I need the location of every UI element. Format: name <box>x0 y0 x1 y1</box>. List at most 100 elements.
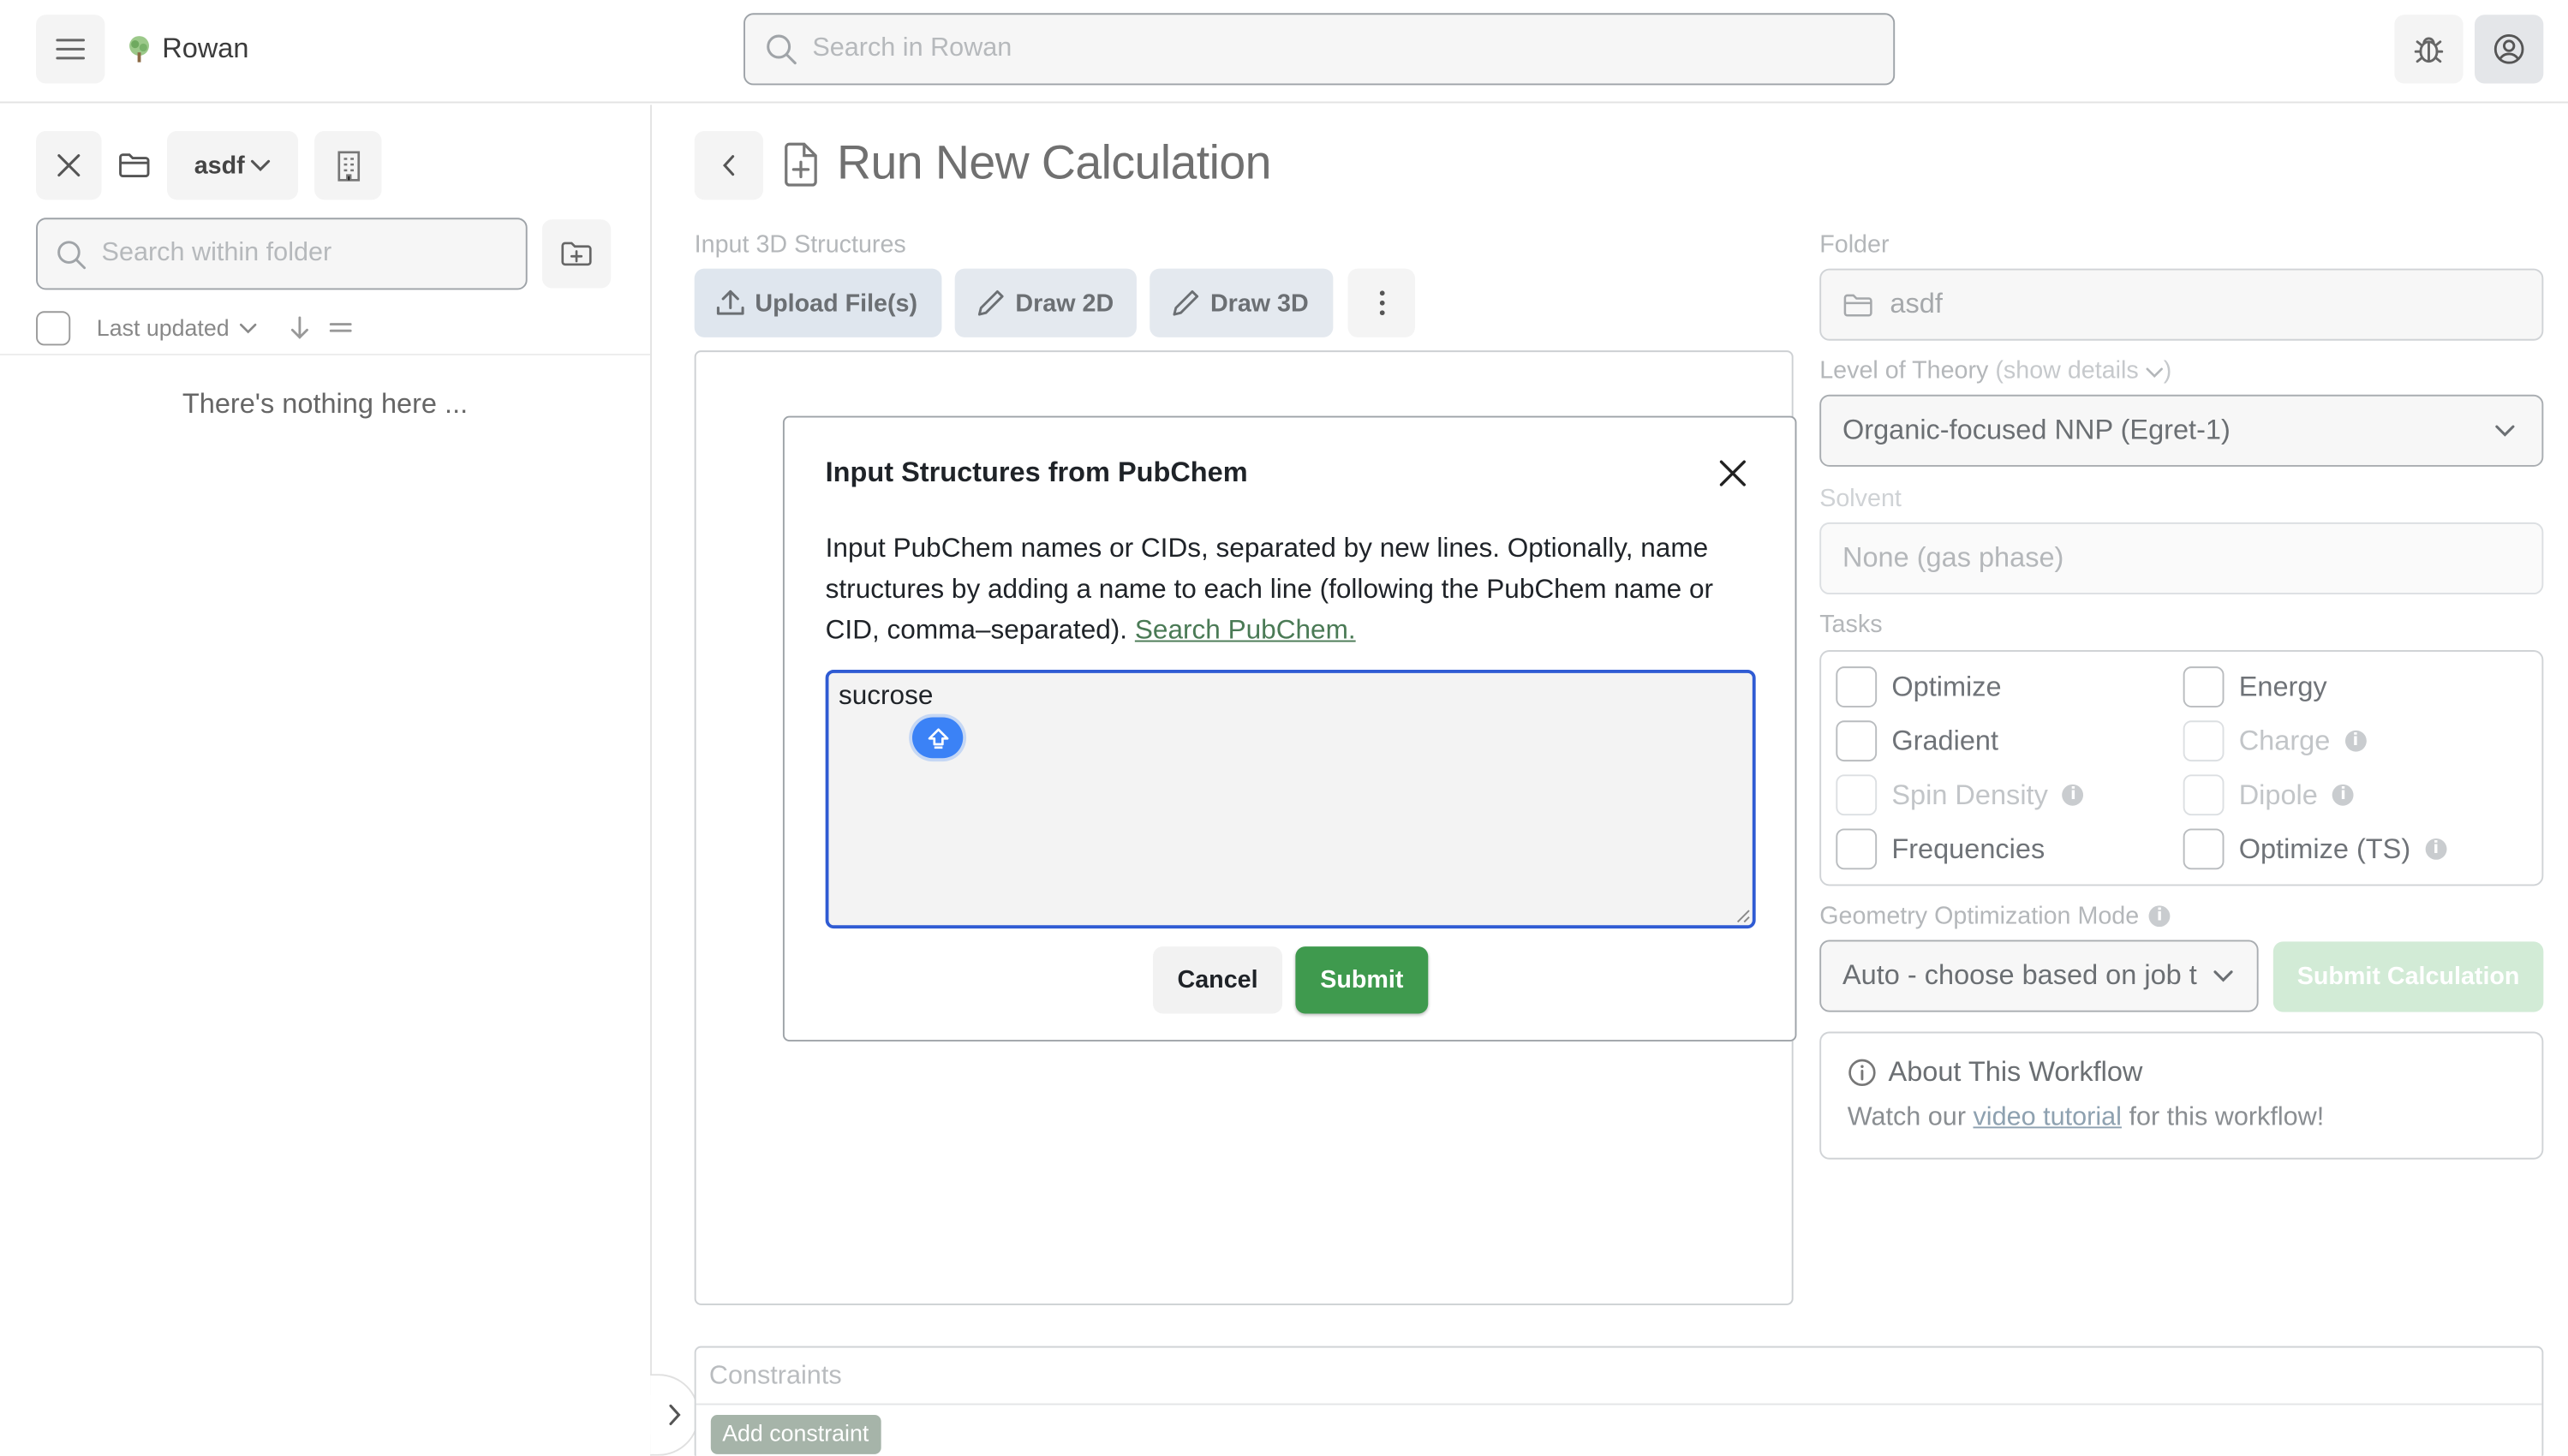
upload-files-button[interactable]: Upload File(s) <box>694 268 942 337</box>
sidebar-divider <box>0 353 651 355</box>
folder-label: Folder <box>1819 230 1890 260</box>
arrow-down-icon[interactable] <box>290 315 309 340</box>
task-energy-checkbox[interactable] <box>2183 666 2225 707</box>
search-icon <box>765 33 797 65</box>
geometry-mode-label: Geometry Optimization Mode i <box>1819 902 2171 931</box>
task-energy-label: Energy <box>2238 670 2327 702</box>
cancel-button[interactable]: Cancel <box>1153 946 1283 1014</box>
task-dipole: Dipole i <box>2183 774 2354 816</box>
pubchem-modal: Input Structures from PubChem Input PubC… <box>782 415 1797 1042</box>
task-optimize-label: Optimize <box>1891 670 2002 702</box>
task-frequencies[interactable]: Frequencies <box>1836 828 2045 870</box>
modal-title: Input Structures from PubChem <box>825 456 1248 488</box>
task-optimize[interactable]: Optimize <box>1836 666 2002 707</box>
page-title-text: Run New Calculation <box>837 137 1271 190</box>
task-dipole-label: Dipole <box>2238 779 2318 810</box>
info-icon[interactable]: i <box>2148 905 2171 928</box>
new-folder-icon <box>560 241 593 267</box>
draw-2d-button[interactable]: Draw 2D <box>954 268 1137 337</box>
input-structures-label: Input 3D Structures <box>694 230 906 260</box>
task-spin-density-label: Spin Density <box>1891 779 2048 810</box>
info-icon[interactable]: i <box>2332 784 2354 806</box>
geometry-mode-value: Auto - choose based on job t <box>1842 959 2197 991</box>
task-frequencies-label: Frequencies <box>1891 832 2045 864</box>
task-charge-label: Charge <box>2238 725 2331 756</box>
solvent-select[interactable]: None (gas phase) <box>1819 522 2544 595</box>
expand-sidebar-button[interactable] <box>650 1374 700 1456</box>
task-gradient-label: Gradient <box>1891 725 1999 756</box>
chevron-down-icon <box>2199 969 2257 983</box>
task-spin-density-checkbox <box>1836 774 1878 816</box>
folder-selector[interactable]: asdf <box>167 130 298 200</box>
task-optimize-ts-checkbox[interactable] <box>2183 828 2225 870</box>
tree-icon <box>126 34 152 63</box>
equals-icon[interactable] <box>329 319 352 336</box>
info-icon[interactable]: i <box>2425 838 2447 860</box>
info-icon[interactable]: i <box>2344 730 2367 752</box>
submit-calculation-button[interactable]: Submit Calculation <box>2272 941 2544 1012</box>
organization-button[interactable] <box>314 130 382 200</box>
back-button[interactable] <box>694 130 763 200</box>
close-icon <box>1719 460 1747 486</box>
search-pubchem-link[interactable]: Search PubChem. <box>1135 616 1356 645</box>
folder-field[interactable]: asdf <box>1819 268 2544 341</box>
about-text-suffix: for this workflow! <box>2121 1103 2325 1132</box>
tasks-label: Tasks <box>1819 611 1883 639</box>
folder-icon <box>118 152 151 179</box>
pencil-icon <box>1171 289 1200 318</box>
resize-handle-icon[interactable] <box>1736 909 1751 923</box>
chevron-right-icon <box>667 1404 680 1427</box>
building-icon <box>335 150 361 181</box>
level-of-theory-select[interactable]: Organic-focused NNP (Egret-1) <box>1819 394 2544 467</box>
global-search-input[interactable] <box>812 34 1894 64</box>
modal-close-button[interactable] <box>1713 454 1753 493</box>
chevron-left-icon <box>722 154 735 177</box>
folder-search-box[interactable] <box>36 218 528 290</box>
app-name: Rowan <box>162 33 249 64</box>
draw-2d-label: Draw 2D <box>1015 289 1114 317</box>
more-options-button[interactable] <box>1347 268 1415 337</box>
task-optimize-ts[interactable]: Optimize (TS) i <box>2183 828 2447 870</box>
add-constraint-button[interactable]: Add constraint <box>710 1414 881 1454</box>
video-tutorial-link[interactable]: video tutorial <box>1974 1104 2122 1132</box>
task-charge-checkbox <box>2183 720 2225 762</box>
show-details-text: (show details <box>1995 356 2139 385</box>
report-bug-button[interactable] <box>2394 15 2463 84</box>
sort-field-label[interactable]: Last updated <box>97 314 230 341</box>
upload-files-label: Upload File(s) <box>755 289 918 317</box>
task-frequencies-checkbox[interactable] <box>1836 828 1878 870</box>
constraints-label: Constraints <box>696 1348 2542 1405</box>
menu-button[interactable] <box>36 15 105 84</box>
new-file-icon <box>783 142 819 187</box>
close-icon <box>57 154 81 177</box>
page-title: Run New Calculation <box>783 138 1271 192</box>
chevron-down-icon <box>2494 424 2516 437</box>
chevron-down-icon[interactable] <box>239 322 257 333</box>
pubchem-input-textarea[interactable]: sucrose <box>825 670 1756 929</box>
app-brand[interactable]: Rowan <box>126 31 248 67</box>
global-search-box[interactable] <box>744 13 1896 86</box>
info-icon[interactable]: i <box>2063 784 2084 806</box>
select-all-checkbox[interactable] <box>36 310 71 345</box>
about-workflow-title: About This Workflow <box>1848 1056 2516 1089</box>
folder-button[interactable] <box>102 131 167 200</box>
account-button[interactable] <box>2475 15 2544 84</box>
task-gradient[interactable]: Gradient <box>1836 720 1999 762</box>
draw-3d-button[interactable]: Draw 3D <box>1150 268 1334 337</box>
task-energy[interactable]: Energy <box>2183 666 2327 707</box>
geometry-mode-select[interactable]: Auto - choose based on job t <box>1819 940 2259 1012</box>
bug-icon <box>2412 33 2445 65</box>
task-gradient-checkbox[interactable] <box>1836 720 1878 762</box>
folder-selector-label: asdf <box>194 151 245 180</box>
task-optimize-checkbox[interactable] <box>1836 666 1878 707</box>
constraints-section: Constraints Add constraint <box>694 1346 2544 1456</box>
new-folder-button[interactable] <box>541 219 612 289</box>
sort-controls: Last updated <box>36 309 352 345</box>
solvent-value: None (gas phase) <box>1842 541 2064 574</box>
show-details-toggle[interactable]: (show details ) <box>1995 357 2171 385</box>
submit-button[interactable]: Submit <box>1295 946 1429 1014</box>
task-charge: Charge i <box>2183 720 2367 762</box>
geometry-mode-text: Geometry Optimization Mode <box>1819 902 2140 931</box>
folder-search-input[interactable] <box>101 239 526 269</box>
close-sidebar-button[interactable] <box>36 130 102 200</box>
